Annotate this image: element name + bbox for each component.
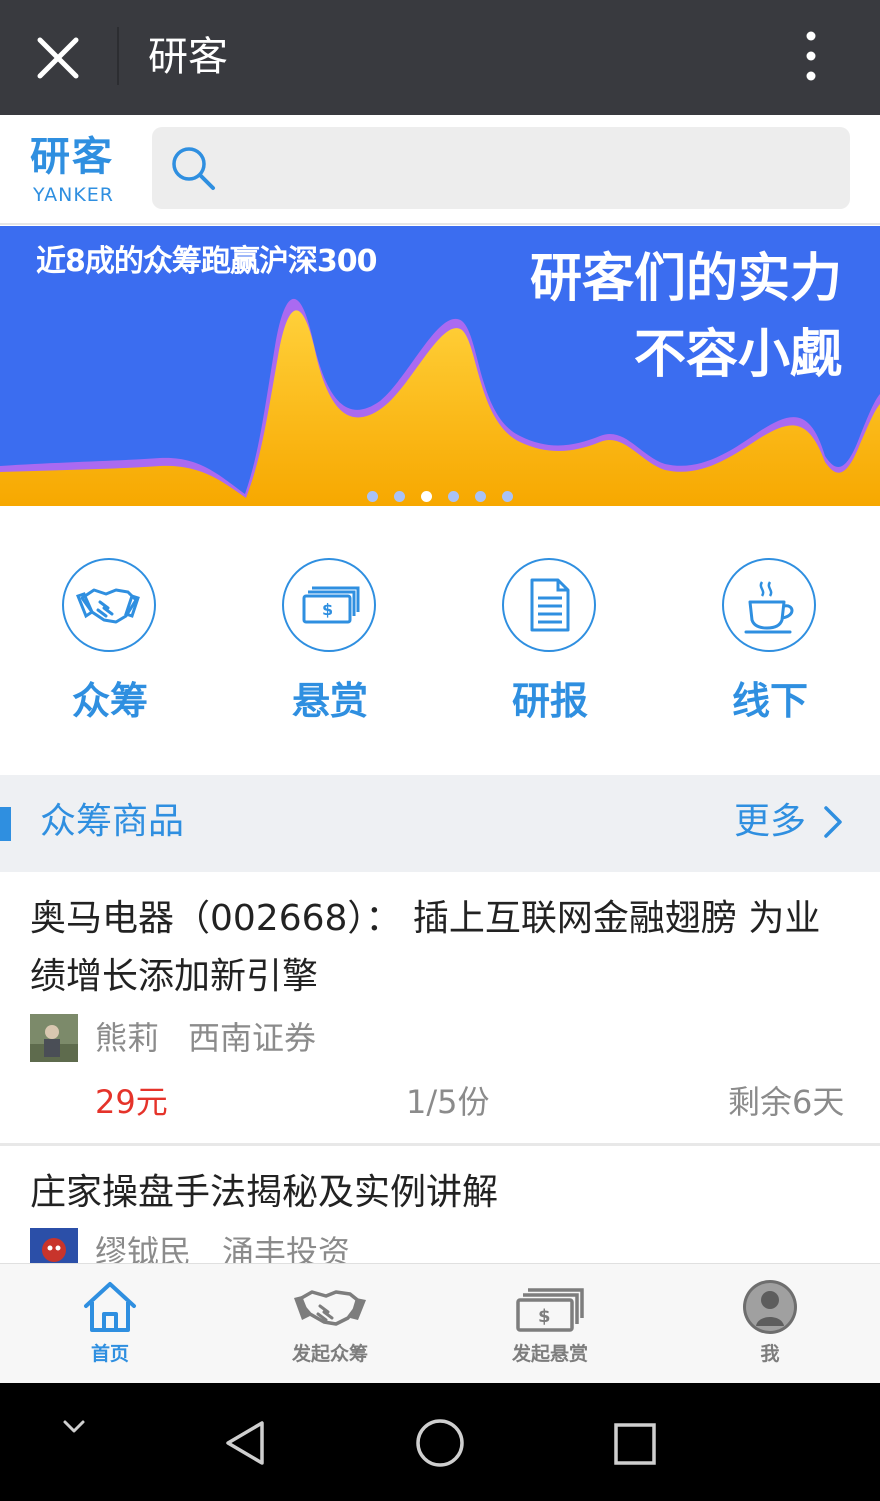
section-accent-bar: [0, 807, 11, 841]
home-icon: [84, 1282, 136, 1332]
more-vertical-icon[interactable]: [796, 28, 826, 84]
author-avatar: [30, 1014, 78, 1062]
window-title: 研客: [148, 34, 228, 80]
back-icon[interactable]: [222, 1419, 268, 1467]
coffee-cup-icon: [722, 558, 816, 652]
author-name: 熊莉: [95, 1019, 160, 1057]
chevron-right-icon[interactable]: [820, 805, 846, 839]
price: 29元: [95, 1083, 168, 1121]
search-icon: [172, 147, 215, 190]
nav-label: 发起悬赏: [511, 1343, 588, 1365]
quick-reward[interactable]: $ 悬赏: [240, 558, 420, 728]
bottom-navigation: 首页 发起众筹 $ 发起悬赏 我: [0, 1263, 880, 1383]
logo-chinese[interactable]: 研客: [30, 133, 114, 181]
banner-slogan-line1: 研客们的实力: [529, 249, 842, 309]
svg-text:$: $: [322, 600, 333, 619]
system-navigation-bar: [0, 1383, 880, 1501]
quick-crowdfunding[interactable]: 众筹: [20, 558, 200, 728]
quick-label: 悬赏: [291, 679, 368, 723]
page-dot[interactable]: [502, 491, 513, 502]
page-dot[interactable]: [394, 491, 405, 502]
nav-start-reward[interactable]: $ 发起悬赏: [440, 1264, 660, 1384]
document-icon: [502, 558, 596, 652]
days-remaining: 剩余6天: [728, 1083, 845, 1121]
recent-apps-icon[interactable]: [612, 1421, 658, 1467]
nav-start-crowdfunding[interactable]: 发起众筹: [220, 1264, 440, 1384]
title-divider: [117, 27, 119, 85]
section-header: 众筹商品 更多: [0, 775, 880, 872]
quick-research-report[interactable]: 研报: [460, 558, 640, 728]
svg-text:$: $: [538, 1306, 551, 1327]
nav-label: 发起众筹: [291, 1343, 368, 1365]
nav-home[interactable]: 首页: [0, 1264, 220, 1384]
product-title[interactable]: 庄家操盘手法揭秘及实例讲解: [30, 1164, 850, 1222]
banner-headline: 近8成的众筹跑赢沪深300: [36, 244, 377, 279]
more-link[interactable]: 更多: [734, 799, 806, 845]
page-dot-active[interactable]: [421, 491, 432, 502]
title-bar: 研客: [0, 0, 880, 115]
nav-label: 我: [760, 1343, 780, 1365]
section-title: 众筹商品: [40, 801, 185, 842]
nav-me[interactable]: 我: [660, 1264, 880, 1384]
page-dot[interactable]: [475, 491, 486, 502]
quick-label: 线下: [731, 679, 808, 723]
logo-english[interactable]: YANKER: [33, 183, 114, 207]
product-title[interactable]: 奥马电器（002668）： 插上互联网金融翅膀 为业绩增长添加新引擎: [30, 890, 850, 1006]
page-dot[interactable]: [448, 491, 459, 502]
banner-slogan-line2: 不容小觑: [633, 325, 842, 385]
chevron-down-icon[interactable]: [60, 1417, 88, 1437]
money-icon: $: [516, 1288, 584, 1332]
nav-label: 首页: [90, 1343, 129, 1365]
promo-banner[interactable]: 近8成的众筹跑赢沪深300 研客们的实力 不容小觑: [0, 226, 880, 506]
author-org: 西南证券: [188, 1019, 317, 1057]
handshake-icon: [62, 558, 156, 652]
user-avatar-icon: [743, 1280, 797, 1334]
banner-pagination: [367, 491, 529, 503]
home-circle-icon[interactable]: [414, 1417, 466, 1469]
quick-offline[interactable]: 线下: [680, 558, 860, 728]
quick-label: 研报: [511, 679, 588, 723]
money-icon: $: [282, 558, 376, 652]
list-divider: [0, 1143, 880, 1146]
quick-label: 众筹: [71, 679, 148, 723]
close-icon[interactable]: [30, 30, 86, 86]
share-count: 1/5份: [406, 1083, 490, 1121]
handshake-icon: [294, 1290, 366, 1326]
search-input[interactable]: [152, 127, 850, 209]
page-dot[interactable]: [367, 491, 378, 502]
